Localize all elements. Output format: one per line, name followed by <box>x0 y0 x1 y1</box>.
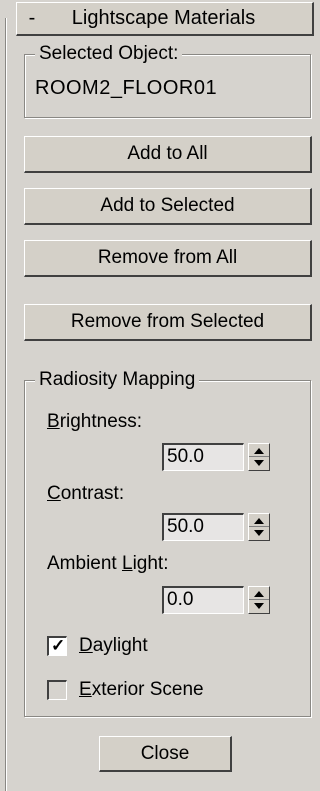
daylight-checkbox[interactable]: ✓ <box>47 636 67 656</box>
spin-down-icon[interactable] <box>254 530 264 536</box>
ambient-light-label: Ambient Light: <box>47 553 169 574</box>
ambient-light-spin-arrows[interactable] <box>248 586 270 614</box>
brightness-spin-arrows[interactable] <box>248 443 270 471</box>
spin-up-icon[interactable] <box>254 518 264 524</box>
ambient-light-field[interactable]: 0.0 <box>162 586 244 614</box>
radiosity-mapping-group: Radiosity Mapping Brightness: 50.0 Contr… <box>24 369 311 717</box>
contrast-label: Contrast: <box>47 483 125 504</box>
brightness-field[interactable]: 50.0 <box>162 443 244 471</box>
selected-object-label: Selected Object: <box>35 43 183 65</box>
daylight-label: Daylight <box>79 635 148 656</box>
exterior-scene-checkbox-row[interactable]: Exterior Scene <box>47 679 204 701</box>
exterior-scene-checkbox[interactable] <box>47 680 67 700</box>
spin-down-icon[interactable] <box>254 460 264 466</box>
ambient-light-spinner[interactable]: 0.0 <box>162 586 270 614</box>
check-icon: ✓ <box>51 636 66 655</box>
selected-object-value: ROOM2_FLOOR01 <box>35 77 218 99</box>
contrast-spin-arrows[interactable] <box>248 513 270 541</box>
contrast-spinner[interactable]: 50.0 <box>162 513 270 541</box>
collapse-icon[interactable]: - <box>21 7 43 30</box>
panel-left-highlight <box>6 18 7 791</box>
remove-from-selected-button[interactable]: Remove from Selected <box>24 304 312 341</box>
brightness-spinner[interactable]: 50.0 <box>162 443 270 471</box>
remove-from-all-button[interactable]: Remove from All <box>24 240 312 277</box>
radiosity-mapping-label: Radiosity Mapping <box>35 369 200 391</box>
daylight-checkbox-row[interactable]: ✓ Daylight <box>47 635 148 657</box>
rollout-title: Lightscape Materials <box>71 7 256 29</box>
exterior-scene-label: Exterior Scene <box>79 679 204 700</box>
spin-down-icon[interactable] <box>254 603 264 609</box>
add-to-selected-button[interactable]: Add to Selected <box>24 188 312 225</box>
selected-object-group: Selected Object: ROOM2_FLOOR01 <box>24 43 311 118</box>
contrast-field[interactable]: 50.0 <box>162 513 244 541</box>
rollout-header[interactable]: - Lightscape Materials <box>16 2 314 36</box>
add-to-all-button[interactable]: Add to All <box>24 136 312 173</box>
close-button[interactable]: Close <box>99 736 232 772</box>
brightness-label: Brightness: <box>47 411 143 432</box>
spin-up-icon[interactable] <box>254 591 264 597</box>
spin-up-icon[interactable] <box>254 448 264 454</box>
